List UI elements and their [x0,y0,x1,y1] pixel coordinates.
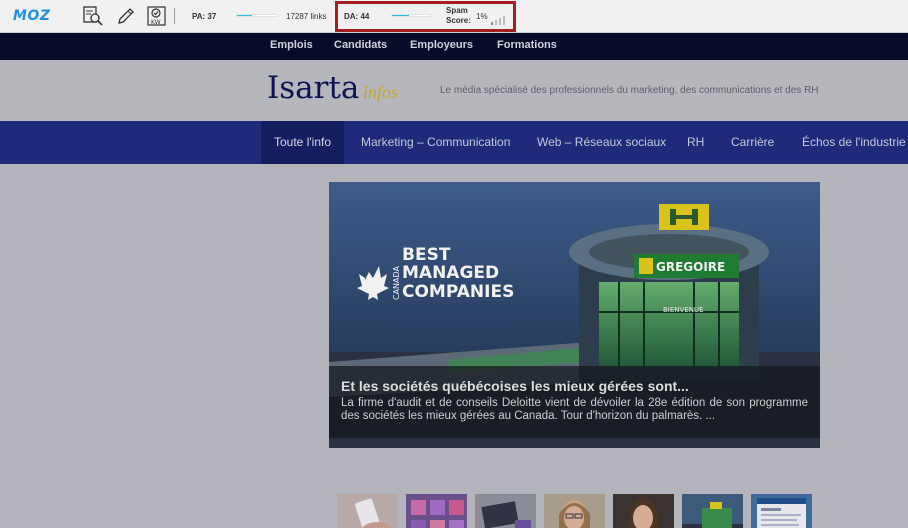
topnav-item-candidats[interactable]: Candidats [334,39,387,51]
topnav-item-formations[interactable]: Formations [497,39,557,51]
featured-caption[interactable]: Et les sociétés québécoises les mieux gé… [329,366,820,438]
page-analysis-icon[interactable] [82,5,104,27]
sign-companies-text: COMPANIES [402,282,514,302]
content-area: GREGOIRE BIENVENUE CANADA BEST MANAGED C… [0,164,908,528]
site-logo[interactable]: Isarta [267,70,359,106]
keyword-check-icon[interactable]: KW [146,5,168,27]
site-tagline: Le média spécialisé des professionnels d… [440,85,819,96]
spam-score-value: 1% [476,12,488,21]
topnav-item-emplois[interactable]: Emplois [270,39,313,51]
mainnav-item-echos[interactable]: Échos de l'industrie [802,121,906,164]
spam-score-label-line2: Score: [446,16,471,25]
mainnav-item-web[interactable]: Web – Réseaux sociaux [537,121,666,164]
spam-score-label-line1: Spam [446,6,468,15]
mainnav-item-toute-info[interactable]: Toute l'info [261,121,344,164]
domain-authority-bar-fill [392,15,409,16]
mainnav-item-carriere[interactable]: Carrière [731,121,774,164]
store-sign-text: GREGOIRE [656,260,725,274]
spam-score-label: Spam Score: [446,6,471,26]
featured-article[interactable]: GREGOIRE BIENVENUE CANADA BEST MANAGED C… [329,182,820,448]
thumb-woman-glasses[interactable] [544,494,605,528]
top-navigation: Emplois Candidats Employeurs Formations [0,33,908,60]
thumb-purple-cards[interactable] [406,494,467,528]
highlighter-pen-icon[interactable] [115,5,137,27]
sign-best-text: BEST [402,245,451,265]
page-authority-bar [236,14,278,17]
thumb-web-page[interactable] [751,494,812,528]
website-page: Emplois Candidats Employeurs Formations … [0,33,908,528]
store-welcome-text: BIENVENUE [663,306,704,314]
thumb-woman-portrait[interactable] [613,494,674,528]
site-header: Isarta infos Le média spécialisé des pro… [0,60,908,121]
spam-score-bars-icon [491,12,505,25]
toolbar-divider [174,8,175,24]
thumb-phone-hand[interactable] [337,494,398,528]
sign-canada-text: CANADA [392,265,401,300]
domain-authority-bar [391,14,431,17]
thumb-laptop-desk[interactable] [475,494,536,528]
mainnav-item-rh[interactable]: RH [687,121,704,164]
site-logo-sub[interactable]: infos [363,82,398,103]
sign-managed-text: MANAGED [402,263,499,283]
mainnav-item-marketing[interactable]: Marketing – Communication [361,121,510,164]
topnav-item-employeurs[interactable]: Employeurs [410,39,473,51]
featured-title[interactable]: Et les sociétés québécoises les mieux gé… [341,378,808,394]
moz-toolbar: MOZ KW PA: 37 17287 links DA: 44 Spam Sc… [0,0,908,33]
moz-logo[interactable]: MOZ [13,8,50,24]
page-authority-bar-fill [237,15,252,16]
domain-authority-label: DA: 44 [344,12,370,21]
links-count[interactable]: 17287 links [286,12,326,21]
thumb-store-building[interactable] [682,494,743,528]
main-navigation: Toute l'info Marketing – Communication W… [0,121,908,164]
featured-summary: La firme d'audit et de conseils Deloitte… [341,397,808,422]
svg-text:KW: KW [151,19,161,26]
page-authority-label: PA: 37 [192,12,217,21]
